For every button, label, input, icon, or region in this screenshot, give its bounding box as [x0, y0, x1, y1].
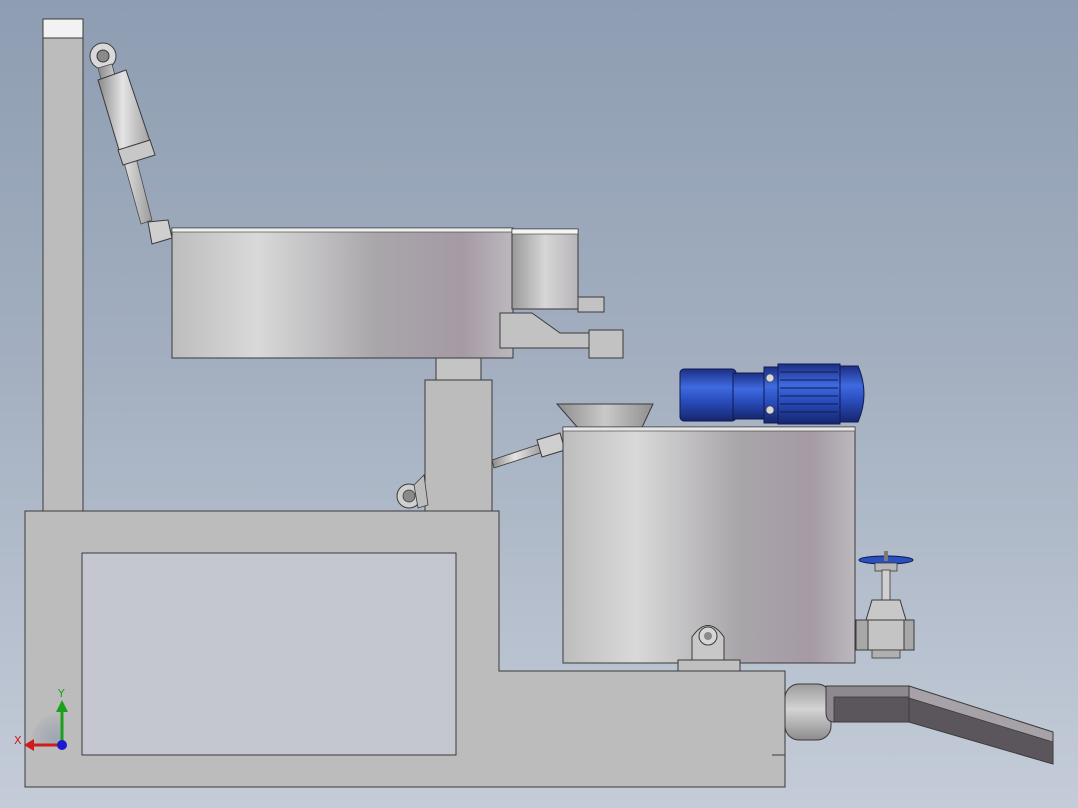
vertical-column — [42, 18, 84, 512]
upper-hydraulic-cylinder — [89, 42, 173, 245]
upper-drum-side-housing — [511, 228, 579, 310]
upper-drum — [171, 227, 624, 359]
gate-valve — [855, 551, 915, 659]
gear-motor — [679, 363, 865, 425]
column-cap — [42, 18, 84, 39]
cad-viewport[interactable]: Y X — [0, 0, 1078, 808]
upper-drum-spout — [499, 312, 591, 349]
motor-fan-cover — [839, 365, 865, 423]
gearbox — [679, 368, 737, 422]
lower-tank — [562, 426, 856, 672]
frame-opening — [81, 552, 457, 756]
x-axis-label: X — [14, 734, 22, 747]
center-pedestal — [424, 336, 493, 512]
motor-body — [777, 363, 841, 425]
machine-drawing: Y X — [14, 18, 1054, 788]
cylinder-rod-end — [147, 219, 173, 245]
z-axis-dot — [57, 740, 67, 750]
y-axis-label: Y — [57, 687, 65, 700]
outlet-chute — [784, 683, 1054, 765]
